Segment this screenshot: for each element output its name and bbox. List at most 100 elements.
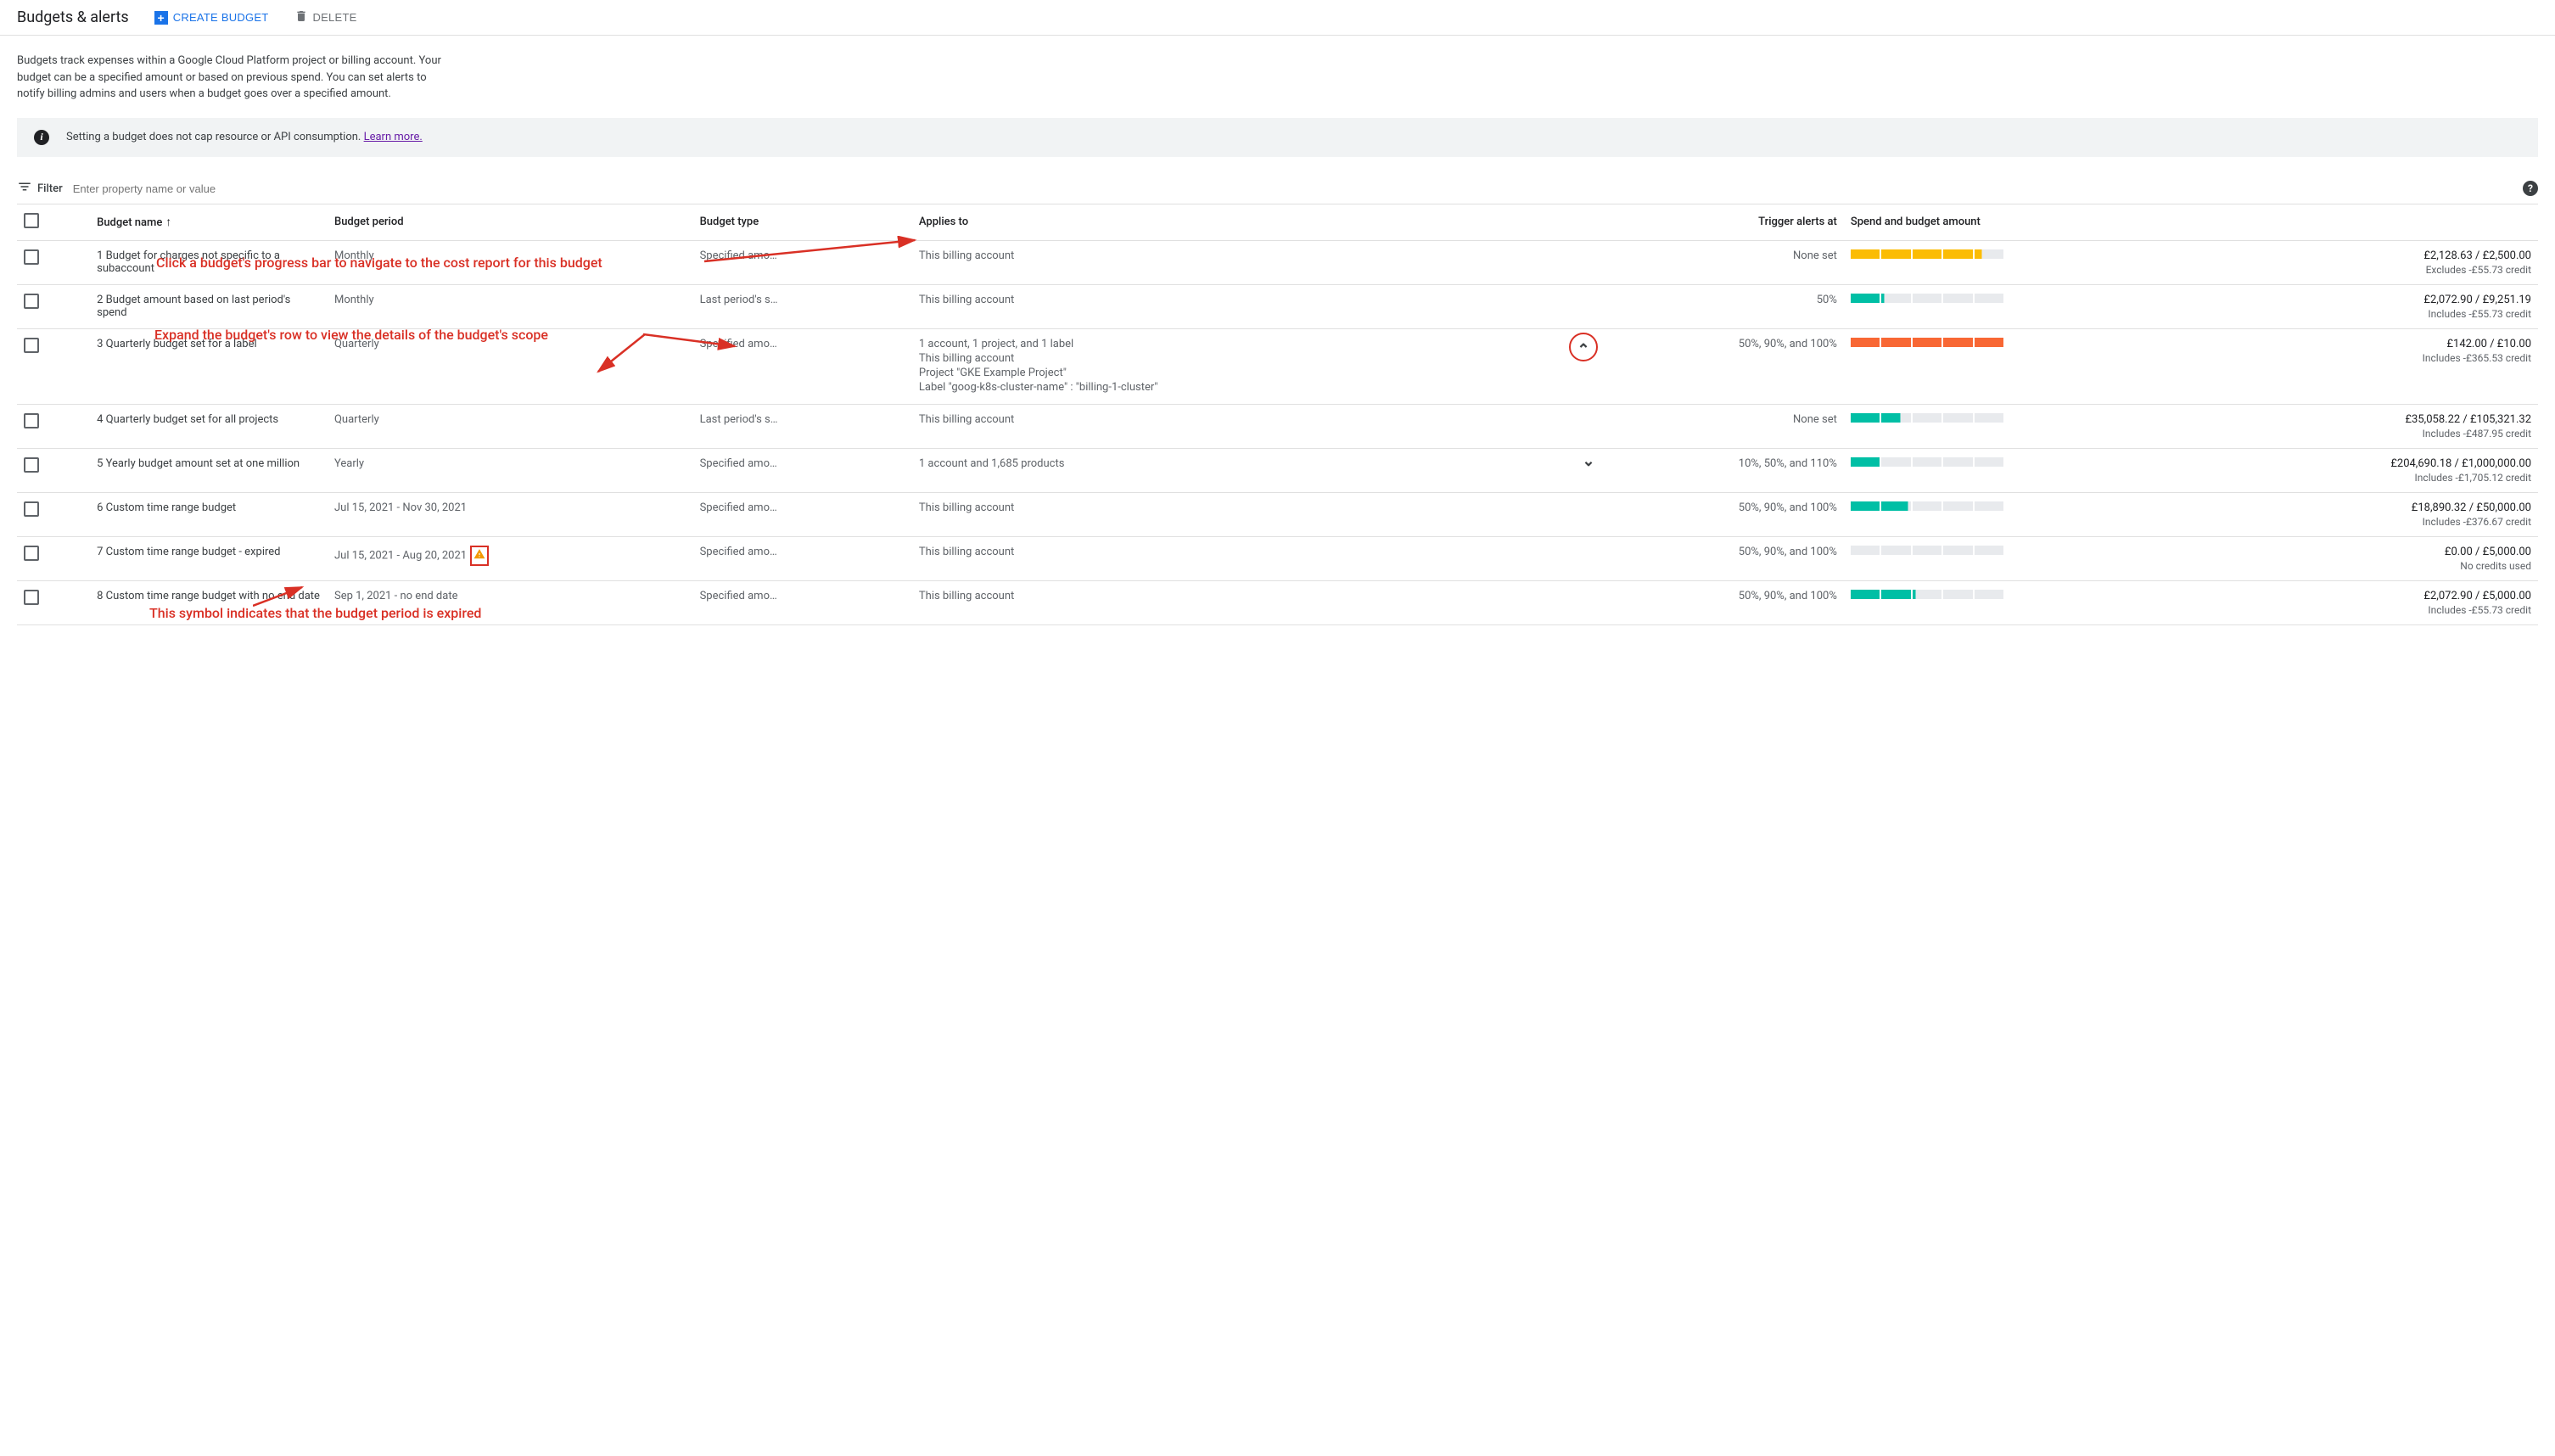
budget-type-cell: Specified amo… bbox=[693, 448, 912, 492]
budget-period-cell: Yearly bbox=[328, 448, 693, 492]
credit-value: Includes -£55.73 credit bbox=[2216, 308, 2531, 320]
delete-label: DELETE bbox=[313, 11, 357, 24]
budget-period-cell: Jul 15, 2021 - Aug 20, 2021 bbox=[328, 536, 693, 580]
amount-value: £2,128.63 / £2,500.00 bbox=[2216, 249, 2531, 262]
applies-to-cell: This billing account bbox=[912, 404, 1606, 448]
help-icon[interactable]: ? bbox=[2523, 181, 2538, 196]
budget-type-cell: Last period's s… bbox=[693, 404, 912, 448]
credit-value: No credits used bbox=[2216, 560, 2531, 572]
budget-name-cell[interactable]: 7 Custom time range budget - expired bbox=[90, 536, 328, 580]
col-type[interactable]: Budget type bbox=[693, 204, 912, 240]
budget-name-cell[interactable]: 4 Quarterly budget set for all projects bbox=[90, 404, 328, 448]
description-text: Budgets track expenses within a Google C… bbox=[17, 53, 441, 103]
budget-period-cell: Monthly bbox=[328, 284, 693, 328]
info-banner: i Setting a budget does not cap resource… bbox=[17, 118, 2538, 157]
budget-period-cell: Quarterly bbox=[328, 404, 693, 448]
applies-to-cell: This billing account bbox=[912, 284, 1606, 328]
filter-input[interactable] bbox=[73, 179, 2538, 199]
sort-arrow-icon: ↑ bbox=[165, 216, 171, 229]
col-applies[interactable]: Applies to bbox=[912, 204, 1606, 240]
budget-type-cell: Specified amo… bbox=[693, 328, 912, 404]
expand-row-button[interactable]: ⌄ bbox=[1579, 452, 1598, 471]
page-title: Budgets & alerts bbox=[17, 8, 129, 26]
progress-bar[interactable] bbox=[1851, 249, 2003, 259]
budget-name-cell[interactable]: 8 Custom time range budget with no end d… bbox=[90, 580, 328, 624]
amount-cell: £2,072.90 / £5,000.00Includes -£55.73 cr… bbox=[2209, 580, 2538, 624]
row-checkbox[interactable] bbox=[24, 546, 39, 561]
progress-bar[interactable] bbox=[1851, 413, 2003, 423]
progress-bar[interactable] bbox=[1851, 590, 2003, 599]
trigger-cell: 50%, 90%, and 100% bbox=[1606, 580, 1844, 624]
plus-icon: + bbox=[154, 11, 168, 25]
table-row: 1 Budget for charges not specific to a s… bbox=[17, 240, 2538, 284]
applies-to-cell: This billing account bbox=[912, 536, 1606, 580]
budget-name-cell[interactable]: 2 Budget amount based on last period's s… bbox=[90, 284, 328, 328]
budget-period-cell: Quarterly bbox=[328, 328, 693, 404]
col-spend[interactable]: Spend and budget amount bbox=[1844, 204, 2210, 240]
table-row: 5 Yearly budget amount set at one millio… bbox=[17, 448, 2538, 492]
trigger-cell: 50% bbox=[1606, 284, 1844, 328]
credit-value: Includes -£365.53 credit bbox=[2216, 352, 2531, 364]
budget-type-cell: Specified amo… bbox=[693, 240, 912, 284]
progress-bar[interactable] bbox=[1851, 546, 2003, 555]
credit-value: Includes -£1,705.12 credit bbox=[2216, 472, 2531, 484]
amount-cell: £2,072.90 / £9,251.19 Includes -£55.73 cr… bbox=[2209, 284, 2538, 328]
amount-cell: £0.00 / £5,000.00 No credits used bbox=[2209, 536, 2538, 580]
budget-period-cell: Jul 15, 2021 - Nov 30, 2021 bbox=[328, 492, 693, 536]
budget-period-cell: Monthly bbox=[328, 240, 693, 284]
credit-value: Includes -£487.95 credit bbox=[2216, 428, 2531, 440]
table-row: 8 Custom time range budget with no end d… bbox=[17, 580, 2538, 624]
learn-more-link[interactable]: Learn more. bbox=[364, 131, 423, 143]
applies-to-cell: This billing account bbox=[912, 580, 1606, 624]
trigger-cell: 50%, 90%, and 100% bbox=[1606, 328, 1844, 404]
progress-bar[interactable] bbox=[1851, 338, 2003, 347]
progress-bar[interactable] bbox=[1851, 294, 2003, 303]
table-row: 2 Budget amount based on last period's s… bbox=[17, 284, 2538, 328]
info-text: Setting a budget does not cap resource o… bbox=[66, 131, 423, 143]
row-checkbox[interactable] bbox=[24, 249, 39, 265]
row-checkbox[interactable] bbox=[24, 338, 39, 353]
table-row: 3 Quarterly budget set for a labelQuarte… bbox=[17, 328, 2538, 404]
create-budget-button[interactable]: + CREATE BUDGET bbox=[154, 11, 269, 25]
progress-cell bbox=[1844, 580, 2210, 624]
progress-cell bbox=[1844, 240, 2210, 284]
amount-value: £204,690.18 / £1,000,000.00 bbox=[2216, 457, 2531, 470]
col-name[interactable]: Budget name↑ bbox=[90, 204, 328, 240]
applies-to-cell: This billing account bbox=[912, 240, 1606, 284]
collapse-row-button[interactable]: ⌃ bbox=[1569, 333, 1598, 361]
budget-name-cell[interactable]: 3 Quarterly budget set for a label bbox=[90, 328, 328, 404]
progress-cell bbox=[1844, 328, 2210, 404]
row-checkbox[interactable] bbox=[24, 590, 39, 605]
filter-icon bbox=[17, 179, 32, 198]
delete-button[interactable]: DELETE bbox=[294, 9, 357, 25]
chevron-up-icon: ⌃ bbox=[1577, 341, 1589, 359]
trigger-cell: 10%, 50%, and 110% bbox=[1606, 448, 1844, 492]
progress-cell bbox=[1844, 448, 2210, 492]
amount-value: £18,890.32 / £50,000.00 bbox=[2216, 501, 2531, 514]
row-checkbox[interactable] bbox=[24, 294, 39, 309]
applies-to-cell: This billing account bbox=[912, 492, 1606, 536]
row-checkbox[interactable] bbox=[24, 457, 39, 473]
col-period[interactable]: Budget period bbox=[328, 204, 693, 240]
amount-value: £35,058.22 / £105,321.32 bbox=[2216, 413, 2531, 426]
budget-name-cell[interactable]: 6 Custom time range budget bbox=[90, 492, 328, 536]
select-all-checkbox[interactable] bbox=[24, 213, 39, 228]
banner-text: Setting a budget does not cap resource o… bbox=[66, 131, 364, 143]
budget-name-cell[interactable]: 5 Yearly budget amount set at one millio… bbox=[90, 448, 328, 492]
progress-cell bbox=[1844, 284, 2210, 328]
row-checkbox[interactable] bbox=[24, 501, 39, 517]
budget-type-cell: Specified amo… bbox=[693, 580, 912, 624]
amount-value: £2,072.90 / £9,251.19 bbox=[2216, 294, 2531, 306]
progress-bar[interactable] bbox=[1851, 501, 2003, 511]
col-trigger[interactable]: Trigger alerts at bbox=[1606, 204, 1844, 240]
row-checkbox[interactable] bbox=[24, 413, 39, 428]
progress-cell bbox=[1844, 492, 2210, 536]
progress-cell bbox=[1844, 536, 2210, 580]
chevron-down-icon: ⌄ bbox=[1582, 452, 1594, 470]
progress-bar[interactable] bbox=[1851, 457, 2003, 467]
amount-value: £0.00 / £5,000.00 bbox=[2216, 546, 2531, 558]
budget-period-cell: Sep 1, 2021 - no end date bbox=[328, 580, 693, 624]
budget-name-cell[interactable]: 1 Budget for charges not specific to a s… bbox=[90, 240, 328, 284]
budget-type-cell: Specified amo… bbox=[693, 536, 912, 580]
amount-value: £2,072.90 / £5,000.00 bbox=[2216, 590, 2531, 602]
